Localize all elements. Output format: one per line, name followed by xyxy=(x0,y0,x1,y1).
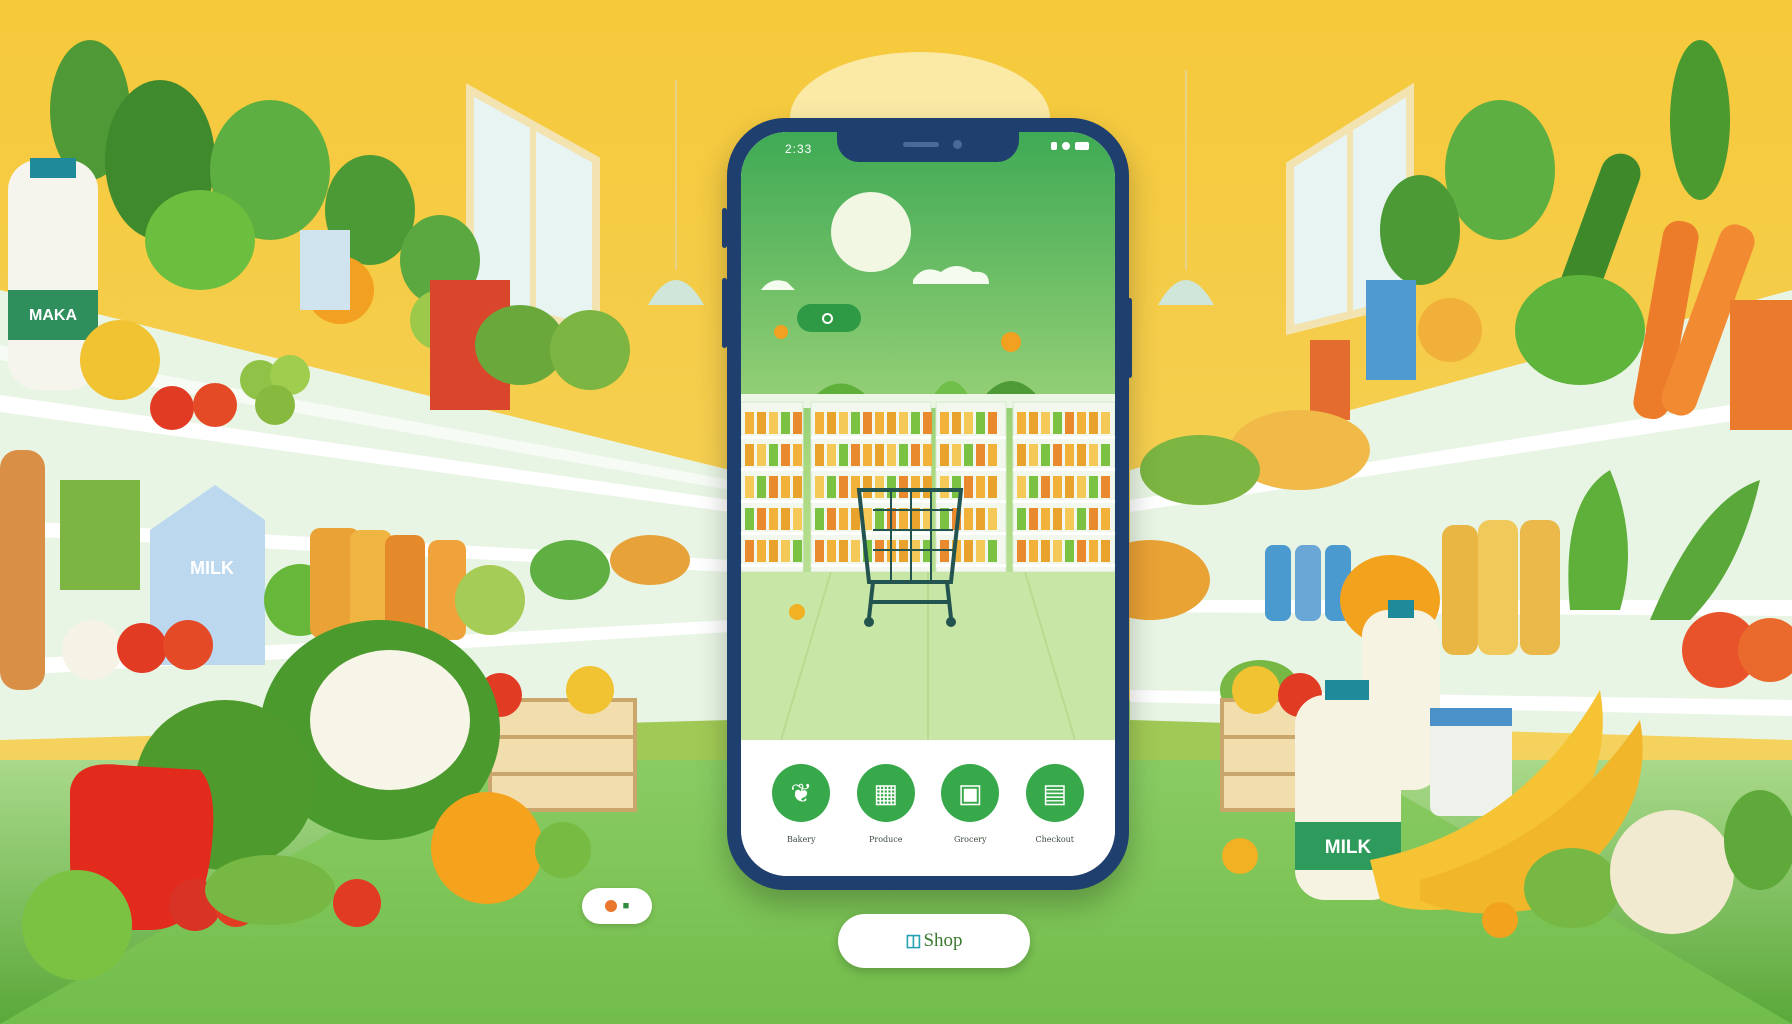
tag-icon: ■ xyxy=(622,900,630,912)
signal-icon xyxy=(1051,142,1057,150)
nav-item-bakery[interactable]: ❦ Bakery xyxy=(772,740,831,876)
status-icons xyxy=(1051,142,1089,150)
phone-shelves xyxy=(741,394,1115,573)
smartphone: 2:33 ❦ Bakery ▦ Produce ▣ Grocery ▤ Chec… xyxy=(722,118,1132,890)
store-aisle-view xyxy=(741,132,1115,740)
mini-toggle-pill[interactable]: ■ xyxy=(582,888,652,924)
phone-screen: 2:33 ❦ Bakery ▦ Produce ▣ Grocery ▤ Chec… xyxy=(741,132,1115,876)
milk-label-1: MILK xyxy=(1325,837,1372,858)
orange-dot-icon xyxy=(604,900,617,912)
milk-label-3: MAKA xyxy=(29,307,77,324)
power-button[interactable] xyxy=(722,208,727,248)
status-time: 2:33 xyxy=(785,142,813,156)
volume-button[interactable] xyxy=(722,278,727,348)
nav-item-produce[interactable]: ▦ Produce xyxy=(856,740,915,876)
battery-icon xyxy=(1075,142,1089,150)
bag-icon: ◫ xyxy=(905,931,922,950)
category-nav: ❦ Bakery ▦ Produce ▣ Grocery ▤ Checkout xyxy=(741,740,1115,876)
sun xyxy=(831,192,911,272)
orange-floating xyxy=(1222,838,1258,874)
cart-icon: ▤ xyxy=(1025,764,1084,822)
phone-notch xyxy=(837,132,1019,162)
basket-icon: ▦ xyxy=(856,764,915,822)
milk-label-2: MILK xyxy=(190,558,234,578)
wifi-icon xyxy=(1062,142,1070,150)
shop-button[interactable]: ◫ Shop xyxy=(838,914,1030,968)
location-icon xyxy=(821,312,833,324)
app-chip[interactable] xyxy=(797,304,861,332)
nav-item-grocery[interactable]: ▣ Grocery xyxy=(941,740,1000,876)
bread-icon: ❦ xyxy=(772,764,831,822)
side-button-right[interactable] xyxy=(1127,298,1132,378)
shelf-icon: ▣ xyxy=(941,764,1000,822)
nav-item-checkout[interactable]: ▤ Checkout xyxy=(1025,740,1084,876)
